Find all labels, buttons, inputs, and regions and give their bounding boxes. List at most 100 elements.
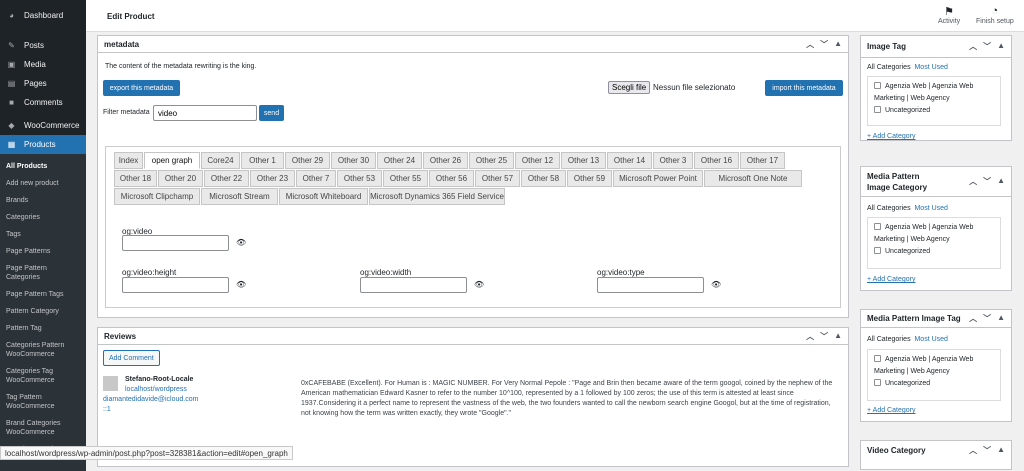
checkbox[interactable] [874, 355, 881, 362]
submenu-item[interactable]: Categories Tag WooCommerce [0, 363, 86, 389]
tab-other-55[interactable]: Other 55 [383, 170, 428, 187]
move-up-icon[interactable]: ︿ [969, 445, 977, 456]
checkbox[interactable] [874, 82, 881, 89]
og-video-width-input[interactable] [360, 277, 467, 293]
tab-most-used[interactable]: Most Used [914, 64, 947, 71]
move-up-icon[interactable]: ︿ [806, 39, 814, 50]
tab-index[interactable]: Index [114, 152, 143, 169]
tab-other-26[interactable]: Other 26 [423, 152, 468, 169]
move-down-icon[interactable]: ﹀ [820, 331, 828, 342]
submenu-item[interactable]: All Products [0, 158, 86, 175]
activity-button[interactable]: ⚑ Activity [938, 5, 960, 25]
move-up-icon[interactable]: ︿ [969, 41, 977, 52]
checkbox[interactable] [874, 106, 881, 113]
add-category-link[interactable]: + Add Category [867, 407, 915, 414]
tab-core24[interactable]: Core24 [201, 152, 240, 169]
eye-icon[interactable]: 👁 [236, 238, 246, 247]
toggle-icon[interactable]: ▲ [834, 331, 842, 342]
submenu-item[interactable]: Pattern Tag [0, 320, 86, 337]
submenu-item[interactable]: Categories Pattern WooCommerce [0, 337, 86, 363]
review-ip-link[interactable]: ::1 [103, 406, 111, 413]
category-item[interactable]: Uncategorized [874, 246, 994, 258]
add-category-link[interactable]: + Add Category [867, 276, 915, 283]
tab-other-1[interactable]: Other 1 [241, 152, 284, 169]
toggle-icon[interactable]: ▲ [997, 176, 1005, 187]
tab-other-30[interactable]: Other 30 [331, 152, 376, 169]
menu-pages[interactable]: ▤Pages [0, 74, 86, 93]
eye-icon[interactable]: 👁 [236, 280, 246, 289]
tab-other-17[interactable]: Other 17 [740, 152, 785, 169]
tab-other-7[interactable]: Other 7 [296, 170, 336, 187]
tab-most-used[interactable]: Most Used [914, 205, 947, 212]
filter-input[interactable] [153, 105, 257, 121]
submenu-item[interactable]: Add new product [0, 175, 86, 192]
tab-other-22[interactable]: Other 22 [204, 170, 249, 187]
tab-other-18[interactable]: Other 18 [114, 170, 157, 187]
og-video-input[interactable] [122, 235, 229, 251]
tab-other-20[interactable]: Other 20 [158, 170, 203, 187]
send-button[interactable]: send [259, 105, 284, 121]
move-up-icon[interactable]: ︿ [969, 176, 977, 187]
category-item[interactable]: Agenzia Web | Agenzia Web Marketing | We… [874, 81, 994, 105]
review-site-link[interactable]: localhost/wordpress [125, 386, 187, 393]
tab-all-categories[interactable]: All Categories [867, 64, 911, 71]
move-down-icon[interactable]: ﹀ [983, 176, 991, 187]
tab-other-3[interactable]: Other 3 [653, 152, 693, 169]
og-video-type-input[interactable] [597, 277, 704, 293]
toggle-icon[interactable]: ▲ [834, 39, 842, 50]
submenu-item[interactable]: Pattern Category [0, 303, 86, 320]
tab-all-categories[interactable]: All Categories [867, 205, 911, 212]
tab-other-58[interactable]: Other 58 [521, 170, 566, 187]
tab-other-12[interactable]: Other 12 [515, 152, 560, 169]
menu-media[interactable]: ▣Media [0, 55, 86, 74]
category-item[interactable]: Uncategorized [874, 105, 994, 117]
finish-setup-button[interactable]: ◔ Finish setup [976, 5, 1014, 25]
tab-other-29[interactable]: Other 29 [285, 152, 330, 169]
category-item[interactable]: Agenzia Web | Agenzia Web Marketing | We… [874, 354, 994, 378]
menu-comments[interactable]: ■Comments [0, 93, 86, 112]
tab-other-57[interactable]: Other 57 [475, 170, 520, 187]
tab-other-59[interactable]: Other 59 [567, 170, 612, 187]
menu-posts[interactable]: ✎Posts [0, 36, 86, 55]
checkbox[interactable] [874, 247, 881, 254]
tab-all-categories[interactable]: All Categories [867, 336, 911, 343]
tab-other-25[interactable]: Other 25 [469, 152, 514, 169]
menu-woocommerce[interactable]: ◆WooCommerce [0, 116, 86, 135]
export-metadata-button[interactable]: export this metadata [103, 80, 180, 96]
eye-icon[interactable]: 👁 [711, 280, 721, 289]
submenu-item[interactable]: Brands [0, 192, 86, 209]
tab-open-graph[interactable]: open graph [144, 152, 200, 169]
submenu-item[interactable]: Brand Categories WooCommerce [0, 415, 86, 441]
add-comment-button[interactable]: Add Comment [103, 350, 160, 366]
choose-file-button[interactable]: Scegli file [608, 81, 650, 94]
eye-icon[interactable]: 👁 [474, 280, 484, 289]
tab-microsoft-dynamics-365-field-service[interactable]: Microsoft Dynamics 365 Field Service [369, 188, 505, 205]
toggle-icon[interactable]: ▲ [997, 41, 1005, 52]
category-item[interactable]: Agenzia Web | Agenzia Web Marketing | We… [874, 222, 994, 246]
move-up-icon[interactable]: ︿ [969, 313, 977, 324]
submenu-item[interactable]: Categories [0, 209, 86, 226]
menu-products[interactable]: ▦Products [0, 135, 86, 154]
tab-most-used[interactable]: Most Used [914, 336, 947, 343]
move-down-icon[interactable]: ﹀ [983, 313, 991, 324]
tab-other-24[interactable]: Other 24 [377, 152, 422, 169]
move-up-icon[interactable]: ︿ [806, 331, 814, 342]
tab-other-23[interactable]: Other 23 [250, 170, 295, 187]
submenu-item[interactable]: Page Pattern Categories [0, 260, 86, 286]
tab-microsoft-stream[interactable]: Microsoft Stream [201, 188, 278, 205]
move-down-icon[interactable]: ﹀ [983, 41, 991, 52]
add-category-link[interactable]: + Add Category [867, 133, 915, 140]
tab-microsoft-one-note[interactable]: Microsoft One Note [704, 170, 802, 187]
toggle-icon[interactable]: ▲ [997, 445, 1005, 456]
review-email-link[interactable]: diamantedidavide@icloud.com [103, 396, 198, 403]
tab-microsoft-power-point[interactable]: Microsoft Power Point [613, 170, 703, 187]
og-video-height-input[interactable] [122, 277, 229, 293]
submenu-item[interactable]: Tags [0, 226, 86, 243]
tab-other-53[interactable]: Other 53 [337, 170, 382, 187]
move-down-icon[interactable]: ﹀ [983, 445, 991, 456]
tab-other-16[interactable]: Other 16 [694, 152, 739, 169]
menu-dashboard[interactable]: ◕Dashboard [0, 6, 86, 25]
toggle-icon[interactable]: ▲ [997, 313, 1005, 324]
tab-other-14[interactable]: Other 14 [607, 152, 652, 169]
tab-microsoft-whiteboard[interactable]: Microsoft Whiteboard [279, 188, 368, 205]
